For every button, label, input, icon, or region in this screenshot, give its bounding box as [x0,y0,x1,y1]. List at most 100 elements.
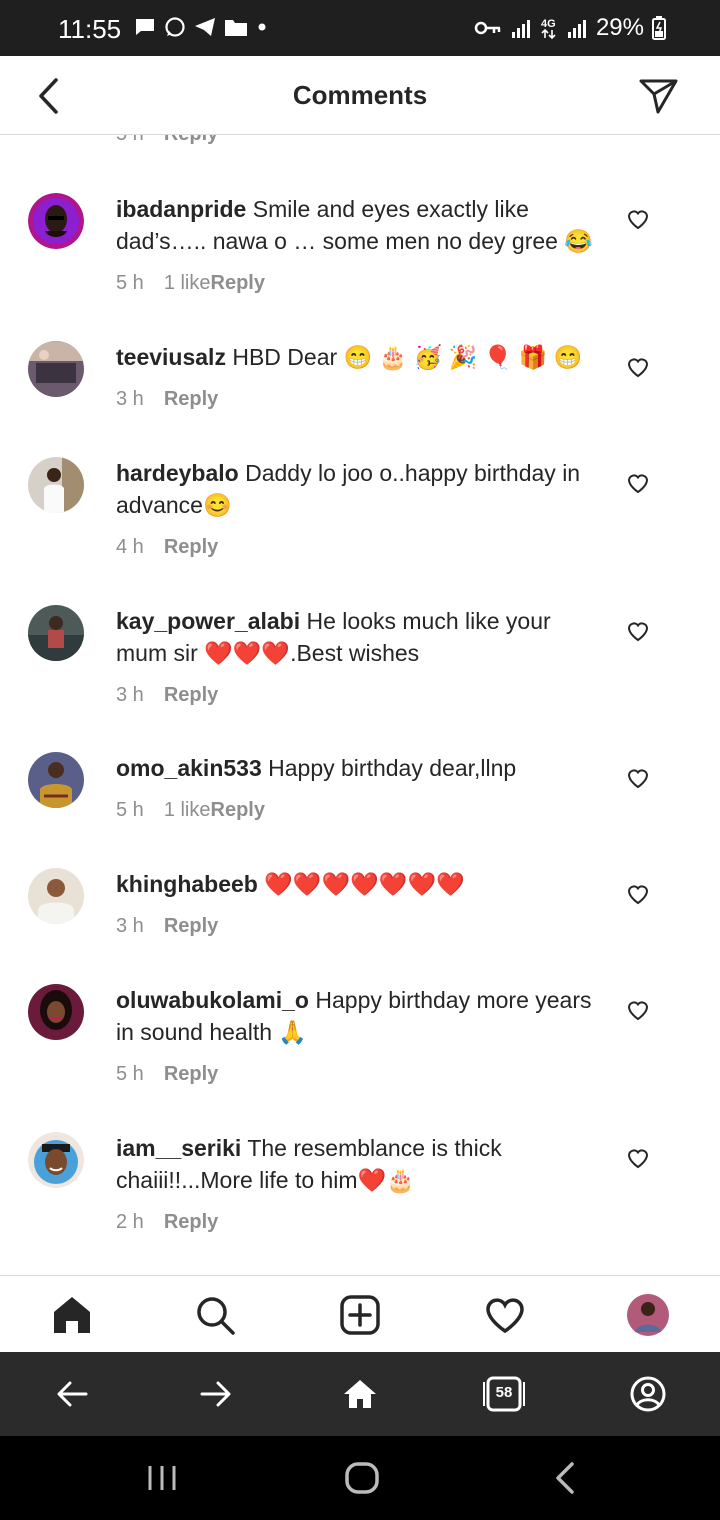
reply-button[interactable]: Reply [164,1063,218,1085]
tabs-count: 58 [495,1384,513,1401]
like-heart-icon[interactable] [626,207,650,231]
username[interactable]: ibadanpride [116,196,246,222]
username[interactable]: hardeybalo [116,460,239,486]
notification-icons [134,16,268,38]
comment-meta: 3 h Reply [116,684,218,707]
comment-time: 3 h [116,915,144,937]
signal-icon-2 [567,20,586,38]
comment-meta: 3 h Reply [116,915,218,938]
like-count[interactable]: 1 like [164,799,211,821]
comment-text: ibadanpride Smile and eyes exactly like … [116,193,606,257]
bottom-navigation [0,1275,720,1352]
battery-percent: 29% [595,14,644,41]
comment-text: omo_akin533 Happy birthday dear,llnp [116,752,606,784]
avatar[interactable] [28,193,84,249]
system-back-icon[interactable] [548,1460,584,1496]
comment-time: 4 h [116,536,144,558]
network-4g-icon: 4G [541,18,556,40]
comment-time: 2 h [116,1211,144,1233]
vpn-key-icon [474,21,501,35]
like-heart-icon[interactable] [626,1146,650,1170]
comment-text: kay_power_alabi He looks much like your … [116,605,606,669]
comment-text: iam__seriki The resemblance is thick cha… [116,1132,606,1196]
status-bar: 11:55 4G 29% [0,0,720,56]
like-heart-icon[interactable] [626,766,650,790]
partial-comment-meta: 5 h Reply [116,135,218,146]
battery-charging-icon [652,16,666,40]
username[interactable]: iam__seriki [116,1135,241,1161]
reply-button[interactable]: Reply [164,684,218,706]
browser-toolbar: 58 [0,1352,720,1436]
search-icon[interactable] [194,1294,236,1336]
whatsapp-icon [165,17,185,37]
profile-avatar[interactable] [627,1294,669,1336]
account-icon[interactable] [628,1374,668,1414]
comments-list: 5 h Reply ibadanpride Smile and eyes exac… [0,135,720,1275]
avatar[interactable] [28,341,84,397]
reply-button[interactable]: Reply [211,799,265,821]
browser-back-icon[interactable] [52,1374,92,1414]
avatar[interactable] [28,1132,84,1188]
system-status-icons: 4G 29% [474,14,666,42]
reply-button[interactable]: Reply [211,272,265,294]
comment-text: teeviusalz HBD Dear 😁 🎂 🥳 🎉 🎈 🎁 😁 [116,341,606,373]
comment-text: khinghabeeb ❤️❤️❤️❤️❤️❤️❤️ [116,868,606,900]
page-title: Comments [292,80,428,110]
avatar[interactable] [28,752,84,808]
username[interactable]: khinghabeeb [116,871,258,897]
avatar[interactable] [28,868,84,924]
like-heart-icon[interactable] [626,355,650,379]
comment-time: 3 h [116,684,144,706]
reply-button[interactable]: Reply [164,135,218,145]
like-heart-icon[interactable] [626,998,650,1022]
home-icon[interactable] [51,1294,93,1336]
username[interactable]: teeviusalz [116,344,226,370]
svg-text:4G: 4G [541,18,556,30]
avatar[interactable] [28,605,84,661]
like-heart-icon[interactable] [626,619,650,643]
comment-time: 5 h [116,799,144,821]
comment-meta: 5 h 1 likeReply [116,799,265,822]
comment-text: hardeybalo Daddy lo joo o..happy birthda… [116,457,606,521]
avatar[interactable] [28,984,84,1040]
username[interactable]: omo_akin533 [116,755,262,781]
folder-icon [225,20,247,36]
activity-heart-icon[interactable] [484,1294,526,1336]
browser-home-icon[interactable] [340,1374,380,1414]
username[interactable]: kay_power_alabi [116,608,300,634]
username[interactable]: oluwabukolami_o [116,987,309,1013]
tabs-button[interactable]: 58 [483,1373,525,1415]
comment-body: Happy birthday dear,llnp [268,755,517,781]
dot-icon [258,23,266,31]
like-count[interactable]: 1 like [164,272,211,294]
direct-message-send-icon[interactable] [636,74,680,118]
comment-meta: 4 h Reply [116,536,218,559]
comment-meta: 3 h Reply [116,388,218,411]
status-time: 11:55 [58,14,122,44]
message-icon [136,19,154,35]
signal-icon [511,20,530,38]
comment-meta: 5 h 1 likeReply [116,272,265,295]
like-heart-icon[interactable] [626,471,650,495]
comment-meta: 2 h Reply [116,1211,218,1234]
comment-text: oluwabukolami_o Happy birthday more year… [116,984,606,1048]
comment-time: 5 h [116,1063,144,1085]
comment-time: 5 h [116,272,144,294]
system-home-icon[interactable] [342,1460,382,1496]
reply-button[interactable]: Reply [164,915,218,937]
telegram-icon [195,18,215,36]
recent-apps-icon[interactable] [142,1462,182,1494]
reply-button[interactable]: Reply [164,1211,218,1233]
browser-forward-icon[interactable] [196,1374,236,1414]
comment-time: 3 h [116,388,144,410]
new-post-icon[interactable] [339,1294,381,1336]
reply-button[interactable]: Reply [164,388,218,410]
like-heart-icon[interactable] [626,882,650,906]
comments-header: Comments [0,56,720,135]
reply-button[interactable]: Reply [164,536,218,558]
comment-body: HBD Dear 😁 🎂 🥳 🎉 🎈 🎁 😁 [232,344,583,370]
system-navigation-bar [0,1436,720,1520]
comment-meta: 5 h Reply [116,1063,218,1086]
comment-time: 5 h [116,135,144,145]
avatar[interactable] [28,457,84,513]
